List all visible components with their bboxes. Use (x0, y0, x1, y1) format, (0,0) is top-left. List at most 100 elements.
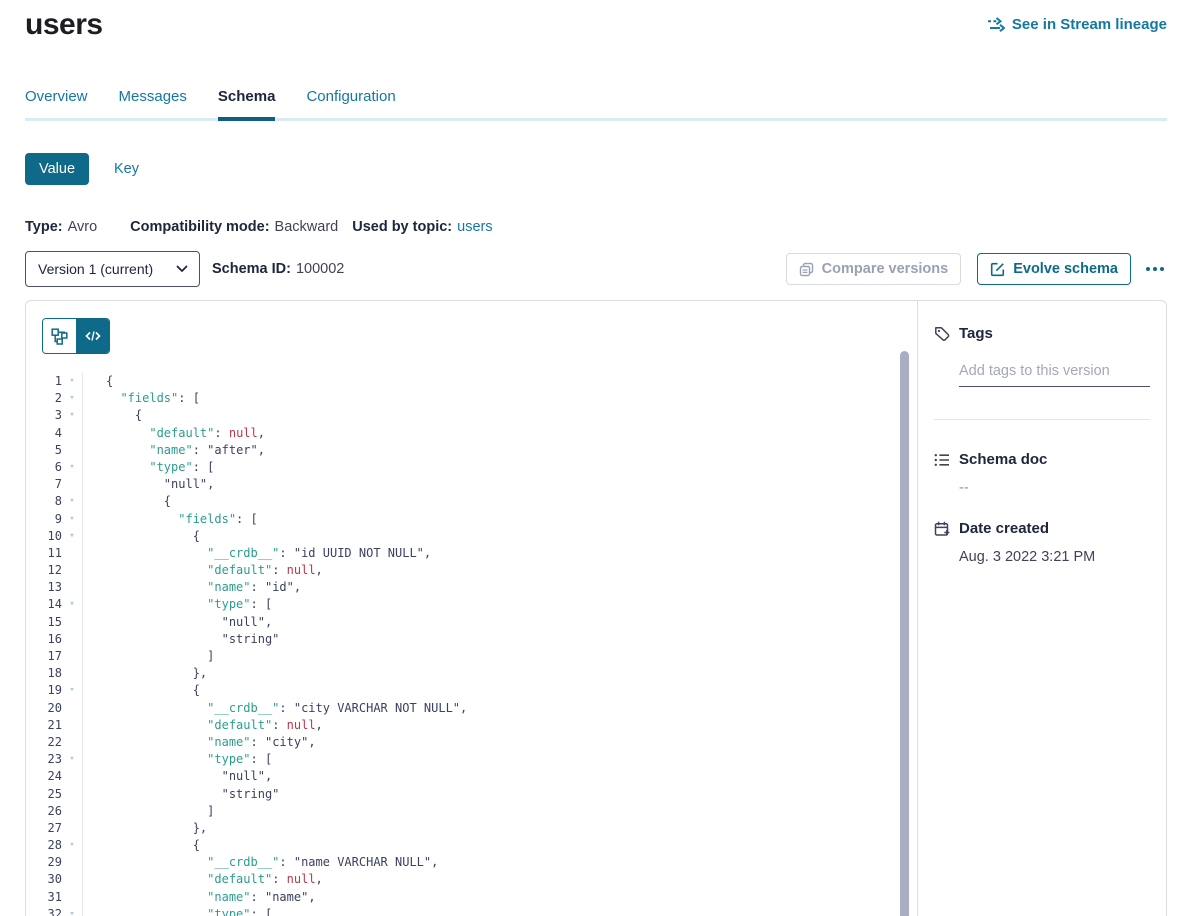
line-number: 9 (26, 511, 62, 528)
code-line: 26 ] (26, 803, 917, 820)
line-number: 32 (26, 906, 62, 916)
tab-schema[interactable]: Schema (218, 88, 276, 121)
key-toggle-button[interactable]: Key (114, 161, 139, 177)
evolve-schema-button[interactable]: Evolve schema (977, 253, 1131, 285)
code-line: 23▾ "type": [ (26, 751, 917, 768)
compare-versions-button[interactable]: Compare versions (786, 253, 962, 285)
code-line: 15 "null", (26, 614, 917, 631)
scrollbar[interactable] (900, 351, 909, 916)
fold-spacer (62, 562, 82, 579)
tab-overview[interactable]: Overview (25, 88, 88, 118)
fold-arrow-icon[interactable]: ▾ (62, 407, 82, 424)
code-text: "type": [ (82, 459, 917, 476)
code-line: 12 "default": null, (26, 562, 917, 579)
code-text: "name": "id", (82, 579, 917, 596)
fold-arrow-icon[interactable]: ▾ (62, 459, 82, 476)
schema-panel: 1▾{2▾ "fields": [3▾ {4 "default": null,5… (25, 300, 1167, 916)
code-line: 27 }, (26, 820, 917, 837)
code-text: "fields": [ (82, 390, 917, 407)
code-text: "name": "name", (82, 889, 917, 906)
code-view-button[interactable] (76, 319, 109, 353)
tags-input[interactable] (959, 363, 1150, 387)
code-text: { (82, 493, 917, 510)
code-line: 8▾ { (26, 493, 917, 510)
copy-versions-icon (799, 262, 814, 277)
more-options-button[interactable] (1143, 253, 1167, 285)
tag-icon (934, 326, 950, 342)
code-text: "string" (82, 786, 917, 803)
schema-sidebar: Tags Schema doc -- (917, 301, 1166, 916)
date-created-header: Date created (934, 520, 1150, 537)
tree-view-button[interactable] (43, 319, 76, 353)
code-line: 1▾{ (26, 373, 917, 390)
fold-spacer (62, 579, 82, 596)
code-line: 32▾ "type": [ (26, 906, 917, 916)
type-label: Type: (25, 219, 63, 235)
fold-arrow-icon[interactable]: ▾ (62, 390, 82, 407)
tags-header: Tags (934, 325, 1150, 342)
fold-arrow-icon[interactable]: ▾ (62, 493, 82, 510)
line-number: 18 (26, 665, 62, 682)
schema-id-label: Schema ID: (212, 261, 291, 277)
fold-arrow-icon[interactable]: ▾ (62, 528, 82, 545)
list-icon (934, 452, 950, 468)
code-text: "default": null, (82, 562, 917, 579)
edit-box-icon (990, 262, 1005, 277)
line-number: 28 (26, 837, 62, 854)
schema-doc-section: Schema doc -- (934, 451, 1150, 496)
code-line: 10▾ { (26, 528, 917, 545)
fold-spacer (62, 425, 82, 442)
line-number: 8 (26, 493, 62, 510)
tab-messages[interactable]: Messages (119, 88, 187, 118)
code-line: 22 "name": "city", (26, 734, 917, 751)
line-number: 24 (26, 768, 62, 785)
line-number: 25 (26, 786, 62, 803)
tab-configuration[interactable]: Configuration (306, 88, 395, 118)
fold-arrow-icon[interactable]: ▾ (62, 596, 82, 613)
code-line: 30 "default": null, (26, 871, 917, 888)
fold-spacer (62, 820, 82, 837)
fold-arrow-icon[interactable]: ▾ (62, 511, 82, 528)
editor-view-toggle (42, 318, 110, 354)
code-line: 18 }, (26, 665, 917, 682)
line-number: 19 (26, 682, 62, 699)
line-number: 6 (26, 459, 62, 476)
code-line: 7 "null", (26, 476, 917, 493)
code-text: { (82, 682, 917, 699)
line-number: 31 (26, 889, 62, 906)
schema-doc-header: Schema doc (934, 451, 1150, 468)
fold-arrow-icon[interactable]: ▾ (62, 682, 82, 699)
stream-lineage-icon (987, 17, 1005, 32)
date-created-title: Date created (959, 520, 1049, 537)
chevron-down-icon (176, 265, 188, 273)
code-text: "null", (82, 768, 917, 785)
code-text: "__crdb__": "city VARCHAR NOT NULL", (82, 700, 917, 717)
code-text: "type": [ (82, 751, 917, 768)
code-line: 29 "__crdb__": "name VARCHAR NULL", (26, 854, 917, 871)
fold-spacer (62, 717, 82, 734)
fold-arrow-icon[interactable]: ▾ (62, 906, 82, 916)
version-select[interactable]: Version 1 (current) (25, 251, 200, 287)
fold-arrow-icon[interactable]: ▾ (62, 751, 82, 768)
code-line: 2▾ "fields": [ (26, 390, 917, 407)
code-line: 11 "__crdb__": "id UUID NOT NULL", (26, 545, 917, 562)
line-number: 15 (26, 614, 62, 631)
compatibility-value: Backward (275, 219, 339, 235)
compare-versions-label: Compare versions (822, 261, 949, 277)
line-number: 17 (26, 648, 62, 665)
code-text: "name": "after", (82, 442, 917, 459)
code-text: "default": null, (82, 871, 917, 888)
fold-arrow-icon[interactable]: ▾ (62, 837, 82, 854)
value-toggle-button[interactable]: Value (25, 153, 89, 185)
fold-arrow-icon[interactable]: ▾ (62, 373, 82, 390)
code-line: 17 ] (26, 648, 917, 665)
date-created-value: Aug. 3 2022 3:21 PM (959, 549, 1150, 565)
code-editor: 1▾{2▾ "fields": [3▾ {4 "default": null,5… (26, 373, 917, 916)
used-by-topic-link[interactable]: users (457, 219, 492, 235)
stream-lineage-link[interactable]: See in Stream lineage (987, 16, 1167, 33)
calendar-plus-icon (934, 521, 950, 537)
line-number: 7 (26, 476, 62, 493)
sidebar-divider (934, 419, 1150, 420)
code-text: { (82, 407, 917, 424)
fold-spacer (62, 442, 82, 459)
